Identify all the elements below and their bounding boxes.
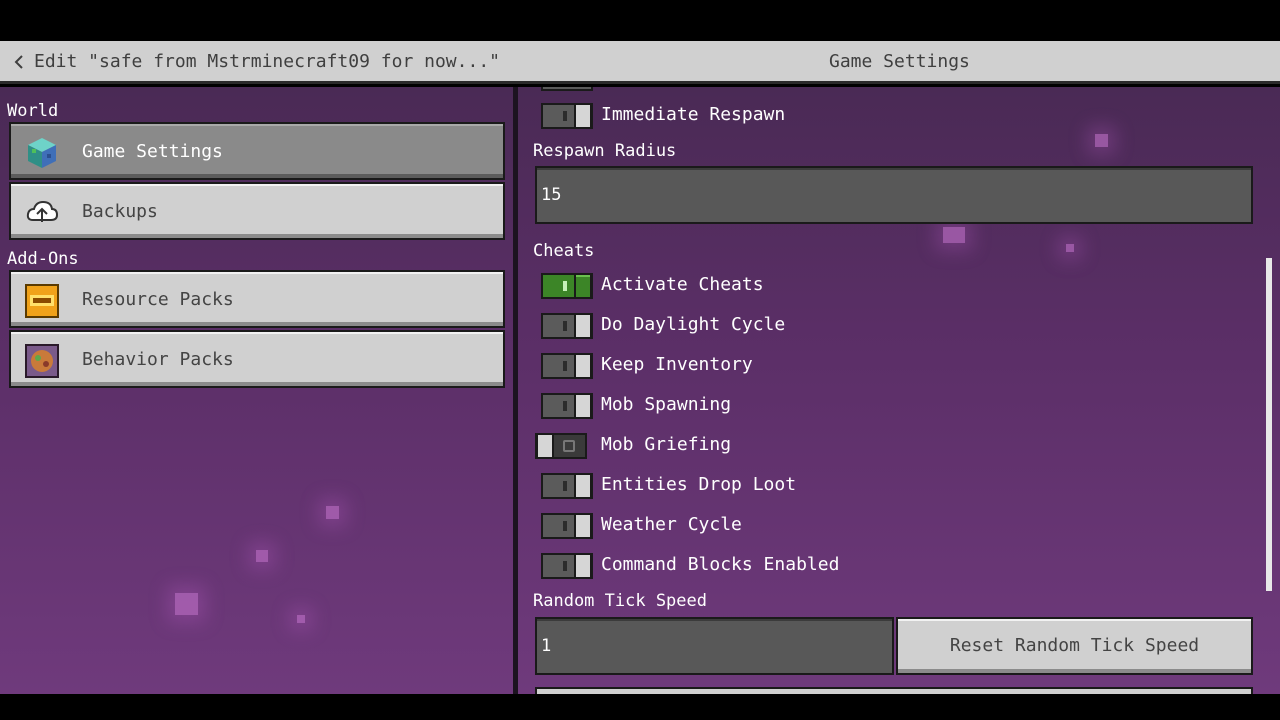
toggle-row-command-blocks: Command Blocks Enabled [518,551,1238,581]
chevron-left-icon [14,54,23,69]
toggle-knob [574,473,592,499]
toggle-row-keep-inventory: Keep Inventory [518,351,1238,381]
toggle-mark [563,281,567,291]
toggle-row-mob-griefing: Mob Griefing [518,431,1238,461]
sidebar-item-behavior-packs[interactable]: Behavior Packs [9,330,505,388]
command-blocks-toggle[interactable] [541,553,593,579]
cloud-upload-icon [26,200,59,222]
toggle-label: Weather Cycle [601,514,742,535]
entities-drop-loot-toggle[interactable] [541,473,593,499]
toggle-knob [574,553,592,579]
sidebar-item-label: Backups [82,201,158,222]
toggle-row-activate-cheats: Activate Cheats [518,271,1238,301]
toggle-label: Do Daylight Cycle [601,314,786,335]
mob-griefing-toggle[interactable] [535,433,587,459]
back-button[interactable]: Edit "safe from Mstrminecraft09 for now.… [12,51,500,72]
cheats-section-label: Cheats [533,241,595,261]
sidebar-item-label: Resource Packs [82,289,234,310]
toggle-label: Activate Cheats [601,274,764,295]
toggle-knob [574,313,592,339]
reset-random-tick-speed-button[interactable]: Reset Random Tick Speed [896,617,1253,675]
toggle-label: Mob Griefing [601,434,732,455]
immediate-respawn-toggle[interactable] [541,103,593,129]
sidebar-item-label: Game Settings [82,141,223,162]
settings-panel: Immediate Respawn Respawn Radius 15 Chea… [518,87,1263,694]
toggle-row-weather-cycle: Weather Cycle [518,511,1238,541]
toggle-knob [574,513,592,539]
sidebar-item-backups[interactable]: Backups [9,182,505,240]
toggle-knob [574,353,592,379]
random-tick-speed-label: Random Tick Speed [533,591,707,611]
main-area: World Game Settings Backups Add-Ons Reso… [0,87,1280,694]
toggle-row-mob-spawning: Mob Spawning [518,391,1238,421]
toggle-label: Mob Spawning [601,394,732,415]
toggle-mark [563,521,567,531]
toggle-mark [563,561,567,571]
toggle-mark [563,481,567,491]
toggle-row-entities-drop-loot: Entities Drop Loot [518,471,1238,501]
toggle-mark [563,401,567,411]
toggle-knob [574,273,592,299]
toggle-row-daylight-cycle: Do Daylight Cycle [518,311,1238,341]
header-bar: Edit "safe from Mstrminecraft09 for now.… [0,41,1280,84]
toggle-knob [536,433,554,459]
sidebar-item-game-settings[interactable]: Game Settings [9,122,505,180]
toggle-row-immediate-respawn: Immediate Respawn [518,101,1238,131]
back-button-label: Edit "safe from Mstrminecraft09 for now.… [34,51,500,72]
sidebar-item-resource-packs[interactable]: Resource Packs [9,270,505,328]
behavior-pack-icon [25,344,59,378]
resource-pack-icon [25,284,59,318]
toggle-mark [563,361,567,371]
respawn-radius-label: Respawn Radius [533,141,677,161]
partial-field-below [535,687,1253,694]
toggle-knob [574,393,592,419]
toggle-mark [563,321,567,331]
toggle-label: Command Blocks Enabled [601,554,840,575]
respawn-radius-input[interactable]: 15 [535,166,1253,224]
world-cube-icon [28,138,56,168]
page-title: Game Settings [829,51,970,72]
random-tick-speed-input[interactable]: 1 [535,617,894,675]
daylight-cycle-toggle[interactable] [541,313,593,339]
sidebar: World Game Settings Backups Add-Ons Reso… [0,87,513,694]
mob-spawning-toggle[interactable] [541,393,593,419]
scrollbar-thumb[interactable] [1266,258,1272,591]
keep-inventory-toggle[interactable] [541,353,593,379]
toggle-knob [574,103,592,129]
toggle-mark [563,111,567,121]
letterbox-bottom [0,694,1280,720]
section-label-world: World [7,101,59,121]
letterbox-top [0,0,1280,41]
toggle-off-ring [563,440,575,452]
toggle-label: Immediate Respawn [601,104,786,125]
toggle-label: Keep Inventory [601,354,753,375]
sidebar-item-label: Behavior Packs [82,349,234,370]
toggle-label: Entities Drop Loot [601,474,797,495]
activate-cheats-toggle[interactable] [541,273,593,299]
weather-cycle-toggle[interactable] [541,513,593,539]
section-label-addons: Add-Ons [7,249,79,269]
partial-toggle-above [541,87,593,91]
